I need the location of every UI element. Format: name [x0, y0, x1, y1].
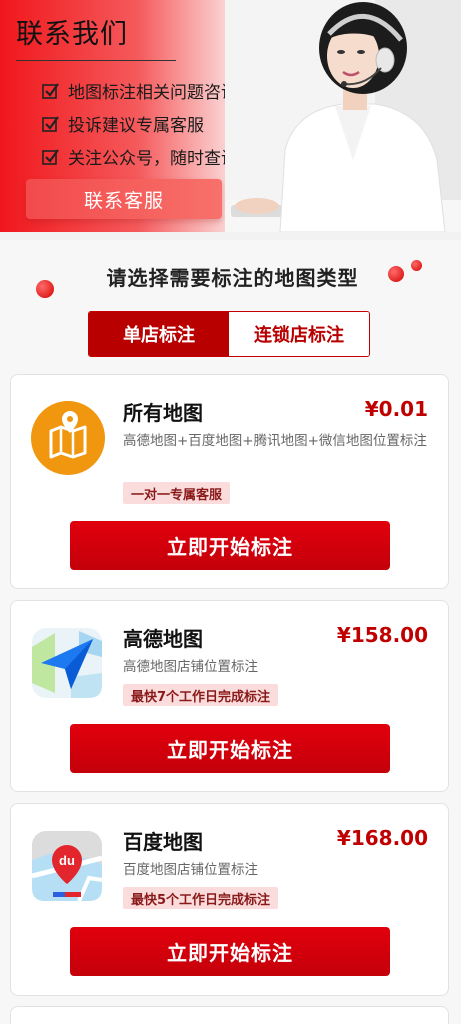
banner-divider: [16, 60, 176, 61]
customer-service-agent-image: [225, 0, 461, 232]
card-description: 高德地图+百度地图+腾讯地图+微信地图位置标注: [123, 433, 427, 449]
checkbox-checked-icon: [42, 148, 60, 166]
card-badge: 最快7个工作日完成标注: [123, 684, 279, 706]
map-product-card-baidu: du 百度地图 ¥168.00 百度地图店铺位置标注 最快5个工作日完成标注 立…: [10, 803, 449, 996]
baidu-du-text: du: [59, 853, 75, 868]
card-price: ¥158.00: [336, 623, 428, 647]
amap-logo-icon: [31, 627, 103, 699]
section-title: 请选择需要标注的地图类型: [106, 266, 359, 290]
contact-service-button[interactable]: 联系客服: [26, 179, 222, 219]
card-description: 百度地图店铺位置标注: [123, 862, 258, 878]
annotation-type-tabs: 单店标注 连锁店标注: [88, 311, 370, 357]
card-description: 高德地图店铺位置标注: [123, 659, 258, 675]
card-title: 高德地图: [123, 627, 203, 651]
map-product-card-all: 所有地图 ¥0.01 高德地图+百度地图+腾讯地图+微信地图位置标注 一对一专属…: [10, 374, 449, 589]
start-annotation-button[interactable]: 立即开始标注: [70, 521, 390, 570]
feature-text: 地图标注相关问题咨询: [68, 83, 238, 103]
checkbox-checked-icon: [42, 115, 60, 133]
start-annotation-button[interactable]: 立即开始标注: [70, 927, 390, 976]
card-title: 所有地图: [123, 401, 203, 425]
card-price: ¥0.01: [364, 397, 428, 421]
checkbox-checked-icon: [42, 82, 60, 100]
card-badge: 最快5个工作日完成标注: [123, 887, 279, 909]
baidu-map-logo-icon: du: [31, 830, 103, 902]
tab-chain-store[interactable]: 连锁店标注: [229, 312, 369, 356]
map-product-card-amap: 高德地图 ¥158.00 高德地图店铺位置标注 最快7个工作日完成标注 立即开始…: [10, 600, 449, 792]
card-badge: 一对一专属客服: [123, 482, 231, 504]
start-annotation-button[interactable]: 立即开始标注: [70, 724, 390, 773]
banner-title: 联系我们: [16, 19, 128, 50]
map-product-card-partial: [10, 1006, 449, 1024]
tab-single-store[interactable]: 单店标注: [89, 312, 229, 356]
map-pin-icon: [31, 401, 105, 475]
card-title: 百度地图: [123, 830, 203, 854]
feature-text: 投诉建议专属客服: [68, 116, 204, 136]
card-price: ¥168.00: [336, 826, 428, 850]
contact-banner: 联系我们 地图标注相关问题咨询 投诉建议专属客服 关注公众号，随时查询标注进度 …: [0, 0, 461, 232]
